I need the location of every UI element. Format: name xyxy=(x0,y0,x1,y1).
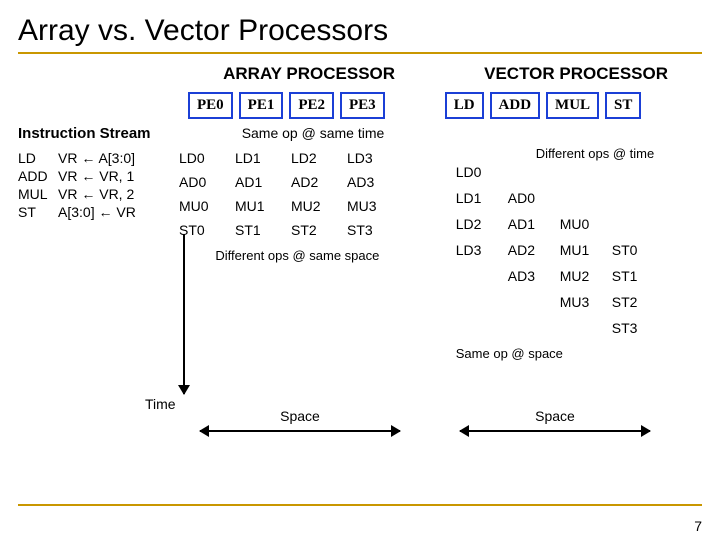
unit-st: ST xyxy=(605,92,641,119)
cell xyxy=(612,216,658,238)
space-axes: Space Space xyxy=(200,430,650,432)
cell: MU2 xyxy=(560,268,606,290)
slide: Array vs. Vector Processors ARRAY PROCES… xyxy=(0,0,720,361)
unit-add: ADD xyxy=(490,92,541,119)
label-diff-ops-time: Different ops @ time xyxy=(536,146,654,161)
label-same-op-time: Same op @ same time xyxy=(188,125,438,141)
row-labels: Instruction Stream Same op @ same time xyxy=(18,125,702,142)
array-grid: LD0 LD1 LD2 LD3 AD0 AD1 AD2 AD3 MU0 MU1 … xyxy=(179,150,416,238)
col-instruction-stream: LD VR ← A[3:0] ADD VR ← VR, 1 MUL VR ← V… xyxy=(18,150,179,361)
cell: AD0 xyxy=(508,190,554,212)
unit-pe2: PE2 xyxy=(289,92,334,119)
cell xyxy=(456,294,502,316)
header-array: ARRAY PROCESSOR xyxy=(188,64,430,84)
instr-exp: VR ← VR, 1 xyxy=(58,168,134,184)
cell xyxy=(456,268,502,290)
cell xyxy=(560,164,606,186)
cell: LD1 xyxy=(235,150,285,166)
cell: LD0 xyxy=(456,164,502,186)
cell xyxy=(612,190,658,212)
header-vector: VECTOR PROCESSOR xyxy=(450,64,702,84)
instr-line-st: ST A[3:0] ← VR xyxy=(18,204,179,220)
label-same-op-space: Same op @ space xyxy=(456,346,702,361)
title-rule xyxy=(18,52,702,54)
cell: LD0 xyxy=(179,150,229,166)
cell: MU0 xyxy=(560,216,606,238)
cell xyxy=(508,164,554,186)
cell xyxy=(456,320,502,342)
space-arrow-vector-icon: Space xyxy=(460,430,650,432)
cell xyxy=(560,320,606,342)
unit-pe0: PE0 xyxy=(188,92,233,119)
time-axis-label: Time xyxy=(145,396,176,412)
cell xyxy=(508,320,554,342)
footer-rule xyxy=(18,504,702,506)
cell: LD2 xyxy=(291,150,341,166)
cell xyxy=(612,164,658,186)
unit-mul: MUL xyxy=(546,92,599,119)
label-instruction-stream: Instruction Stream xyxy=(18,125,188,142)
cell xyxy=(508,294,554,316)
instr-line-add: ADD VR ← VR, 1 xyxy=(18,168,179,184)
instr-exp: A[3:0] ← VR xyxy=(58,204,136,220)
units-vector: LD ADD MUL ST xyxy=(445,92,642,119)
cell: AD1 xyxy=(235,174,285,190)
main-columns: LD VR ← A[3:0] ADD VR ← VR, 1 MUL VR ← V… xyxy=(18,150,702,361)
cell: AD3 xyxy=(347,174,397,190)
units-array: PE0 PE1 PE2 PE3 xyxy=(188,92,385,119)
cell: MU3 xyxy=(347,198,397,214)
cell: ST3 xyxy=(347,222,397,238)
unit-row: PE0 PE1 PE2 PE3 LD ADD MUL ST xyxy=(188,92,702,119)
cell: ST1 xyxy=(612,268,658,290)
instr-exp: VR ← VR, 2 xyxy=(58,186,134,202)
cell: AD0 xyxy=(179,174,229,190)
page-number: 7 xyxy=(694,518,702,534)
time-arrow-icon xyxy=(183,234,185,394)
cell: MU2 xyxy=(291,198,341,214)
slide-title: Array vs. Vector Processors xyxy=(18,14,702,48)
cell: LD3 xyxy=(456,242,502,264)
cell: MU3 xyxy=(560,294,606,316)
cell: AD1 xyxy=(508,216,554,238)
col-array-processor: LD0 LD1 LD2 LD3 AD0 AD1 AD2 AD3 MU0 MU1 … xyxy=(179,150,416,361)
cell: AD2 xyxy=(508,242,554,264)
unit-pe3: PE3 xyxy=(340,92,385,119)
instr-line-ld: LD VR ← A[3:0] xyxy=(18,150,179,166)
cell xyxy=(560,190,606,212)
unit-ld: LD xyxy=(445,92,484,119)
cell: MU1 xyxy=(560,242,606,264)
space-label-vector: Space xyxy=(460,408,650,424)
column-headers: ARRAY PROCESSOR VECTOR PROCESSOR xyxy=(188,64,702,84)
label-diff-ops-space: Different ops @ same space xyxy=(179,248,416,263)
cell: LD1 xyxy=(456,190,502,212)
unit-pe1: PE1 xyxy=(239,92,284,119)
cell: ST2 xyxy=(612,294,658,316)
instr-line-mul: MUL VR ← VR, 2 xyxy=(18,186,179,202)
cell: MU1 xyxy=(235,198,285,214)
instr-op: ADD xyxy=(18,168,58,184)
cell: LD2 xyxy=(456,216,502,238)
space-arrow-array-icon: Space xyxy=(200,430,400,432)
cell: ST3 xyxy=(612,320,658,342)
cell: ST0 xyxy=(612,242,658,264)
space-label-array: Space xyxy=(200,408,400,424)
cell: ST1 xyxy=(235,222,285,238)
cell: AD3 xyxy=(508,268,554,290)
instr-op: LD xyxy=(18,150,58,166)
cell: ST2 xyxy=(291,222,341,238)
cell: LD3 xyxy=(347,150,397,166)
instr-op: ST xyxy=(18,204,58,220)
vector-grid: LD0 LD1 AD0 LD2 AD1 MU0 LD3 AD2 MU1 ST0 … xyxy=(456,164,702,342)
cell: MU0 xyxy=(179,198,229,214)
cell: AD2 xyxy=(291,174,341,190)
instr-exp: VR ← A[3:0] xyxy=(58,150,135,166)
col-vector-processor: Different ops @ time LD0 LD1 AD0 LD2 AD1… xyxy=(456,150,702,361)
cell: ST0 xyxy=(179,222,229,238)
instr-op: MUL xyxy=(18,186,58,202)
